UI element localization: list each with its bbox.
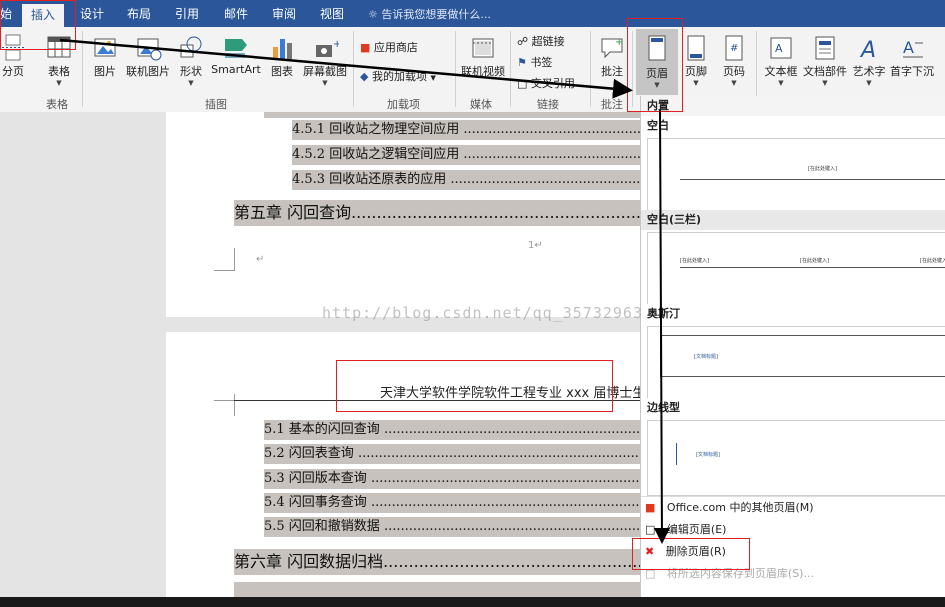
annotation-arrows [59, 38, 670, 544]
arrow-header-to-remove [653, 109, 670, 544]
taskbar-strip [0, 597, 945, 607]
arrow-insert-to-header [59, 38, 633, 99]
